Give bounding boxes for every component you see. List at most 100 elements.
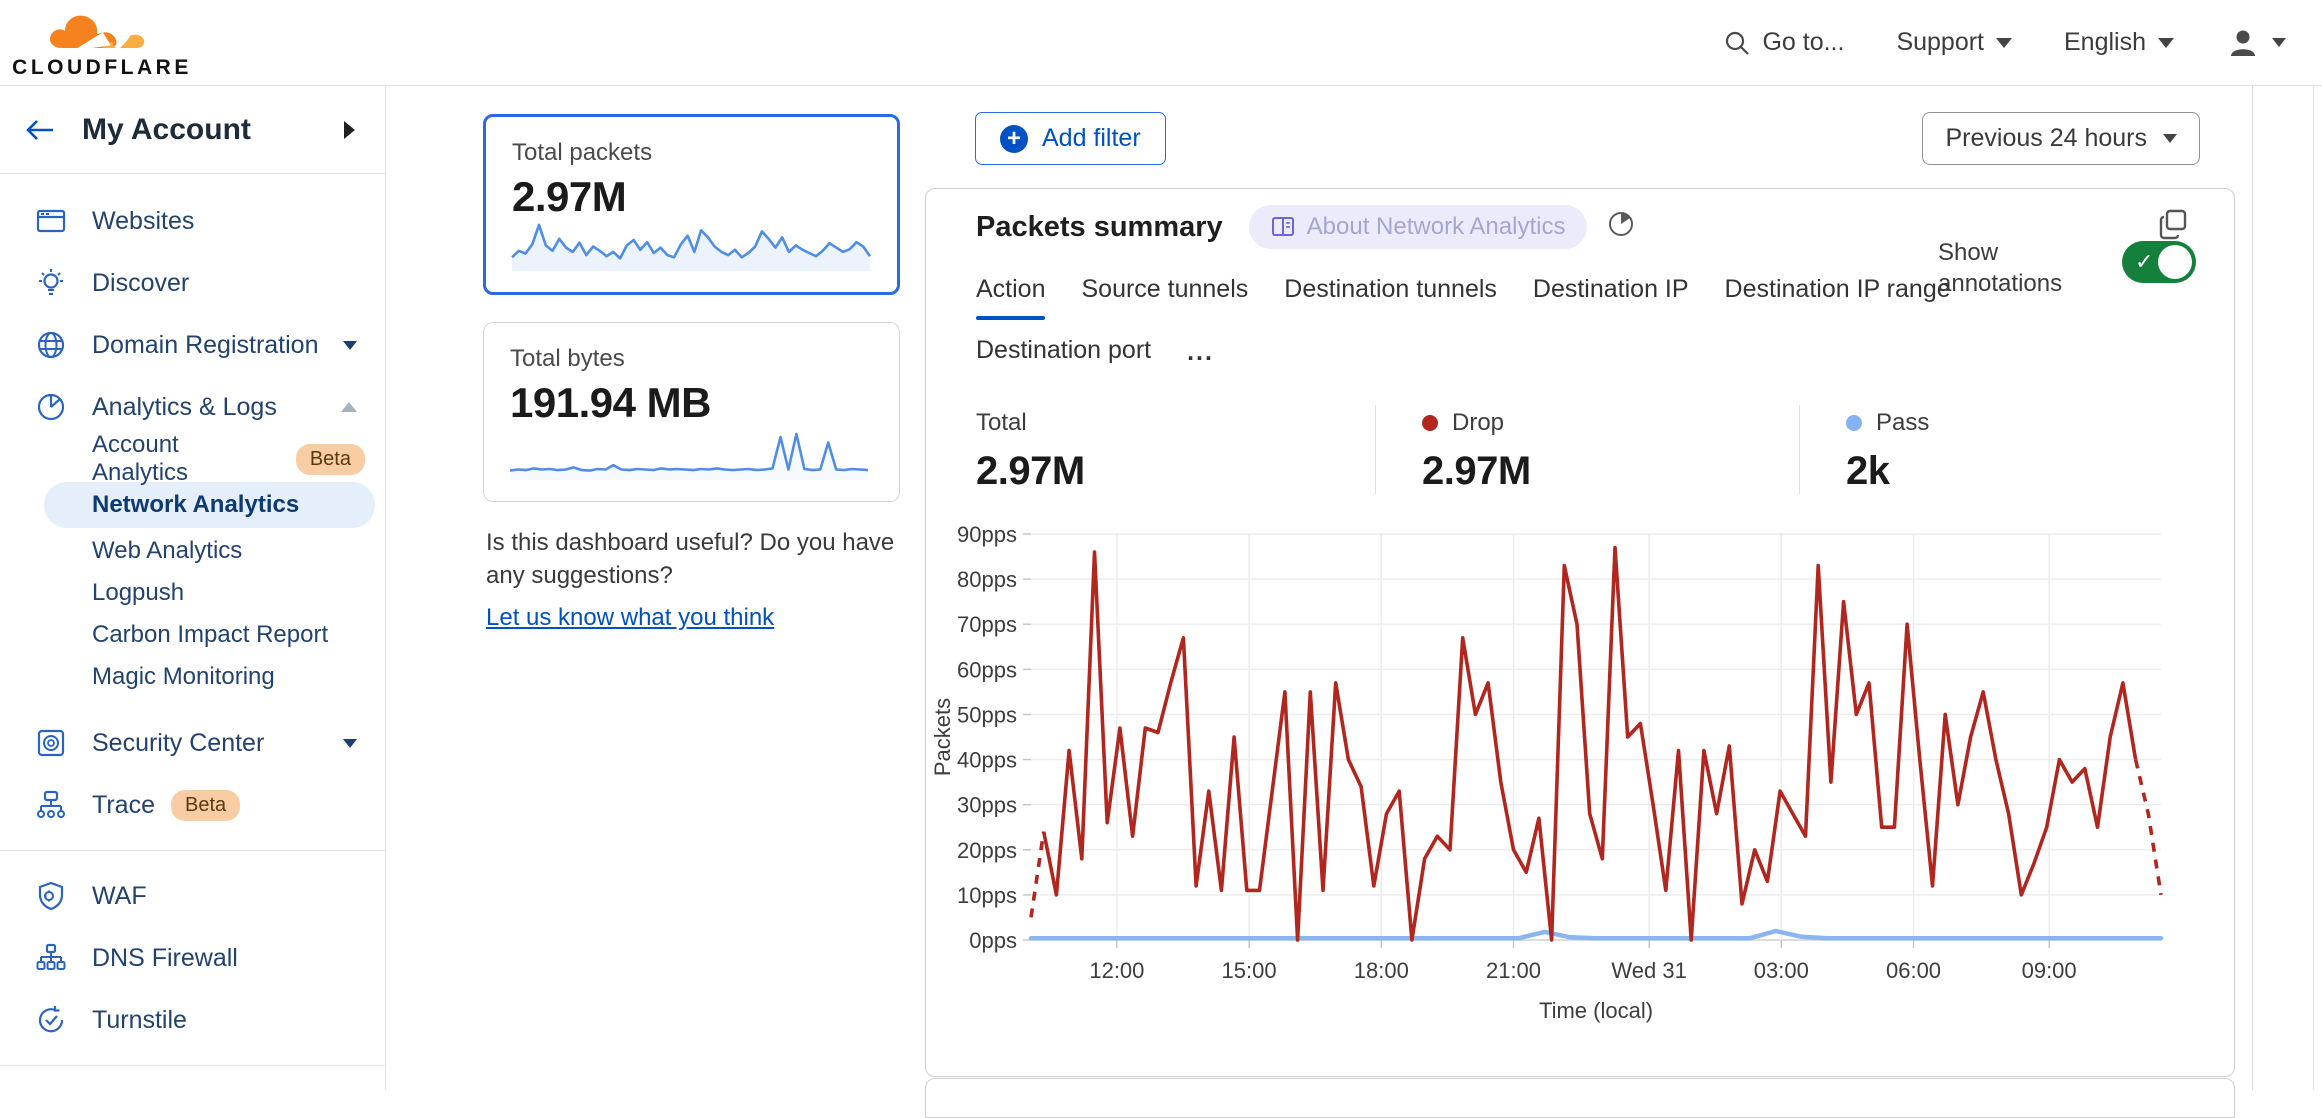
language-menu[interactable]: English bbox=[2064, 28, 2174, 57]
tab-destination-ip-range[interactable]: Destination IP range bbox=[1725, 275, 1951, 306]
plus-icon: + bbox=[1000, 125, 1028, 153]
cloudflare-logo[interactable]: CLOUDFLARE bbox=[22, 6, 182, 80]
sidebar-label: Trace bbox=[92, 791, 155, 820]
total-packets-card[interactable]: Total packets 2.97M bbox=[483, 114, 900, 295]
svg-text:06:00: 06:00 bbox=[1886, 958, 1941, 983]
stat-value: 2.97M bbox=[1422, 449, 1799, 494]
stat-value: 2.97M bbox=[976, 449, 1375, 494]
goto-label: Go to... bbox=[1762, 28, 1844, 57]
chevron-right-icon[interactable] bbox=[344, 121, 355, 139]
sidebar-label: Turnstile bbox=[92, 1006, 357, 1035]
sidebar-item-turnstile[interactable]: Turnstile bbox=[0, 989, 385, 1051]
support-menu[interactable]: Support bbox=[1896, 28, 2012, 57]
annotations-toggle[interactable]: ✓ bbox=[2122, 241, 2196, 283]
total-bytes-card[interactable]: Total bytes 191.94 MB bbox=[483, 322, 900, 502]
sidebar-item-clipped[interactable] bbox=[0, 1080, 385, 1090]
tabs-more-button[interactable]: ... bbox=[1187, 338, 1214, 367]
sidebar-item-magic-monitoring[interactable]: Magic Monitoring bbox=[0, 656, 385, 698]
svg-text:09:00: 09:00 bbox=[2022, 958, 2077, 983]
tab-destination-ip[interactable]: Destination IP bbox=[1533, 275, 1689, 306]
svg-text:Time (local): Time (local) bbox=[1539, 998, 1653, 1023]
packets-line-chart: 0pps10pps20pps30pps40pps50pps60pps70pps8… bbox=[926, 520, 2234, 1035]
account-menu[interactable] bbox=[2226, 26, 2286, 60]
svg-text:30pps: 30pps bbox=[957, 793, 1017, 818]
tab-source-tunnels[interactable]: Source tunnels bbox=[1081, 275, 1248, 306]
account-title: My Account bbox=[82, 113, 344, 147]
pass-legend-dot bbox=[1846, 415, 1862, 431]
account-header: My Account bbox=[0, 86, 385, 174]
svg-text:70pps: 70pps bbox=[957, 612, 1017, 637]
total-bytes-sparkline bbox=[506, 416, 872, 489]
sidebar-label: Carbon Impact Report bbox=[92, 621, 328, 649]
stat-label: Total bbox=[976, 409, 1027, 437]
tab-action[interactable]: Action bbox=[976, 275, 1045, 306]
divider bbox=[0, 850, 385, 851]
add-filter-label: Add filter bbox=[1042, 124, 1141, 153]
back-arrow-icon[interactable] bbox=[24, 117, 56, 143]
sidebar-item-account-analytics[interactable]: Account Analytics Beta bbox=[0, 438, 385, 480]
goto-search[interactable]: Go to... bbox=[1724, 28, 1844, 57]
chevron-down-icon bbox=[343, 341, 357, 350]
pie-chart-icon bbox=[36, 392, 66, 422]
time-range-dropdown[interactable]: Previous 24 hours bbox=[1922, 112, 2200, 165]
time-range-label: Previous 24 hours bbox=[1945, 124, 2147, 153]
stat-total: Total 2.97M bbox=[976, 405, 1375, 494]
hierarchy-icon bbox=[36, 943, 66, 973]
page-scrollbar[interactable] bbox=[2313, 86, 2314, 1090]
feedback-link[interactable]: Let us know what you think bbox=[486, 601, 774, 634]
svg-text:18:00: 18:00 bbox=[1354, 958, 1409, 983]
drop-legend-dot bbox=[1422, 415, 1438, 431]
svg-text:21:00: 21:00 bbox=[1486, 958, 1541, 983]
sidebar-item-trace[interactable]: Trace Beta bbox=[0, 774, 385, 836]
language-label: English bbox=[2064, 28, 2146, 57]
tab-destination-port[interactable]: Destination port bbox=[976, 336, 1151, 367]
sidebar-label: Account Analytics bbox=[92, 431, 280, 487]
sidebar-item-discover[interactable]: Discover bbox=[0, 252, 385, 314]
sidebar-item-carbon-impact-report[interactable]: Carbon Impact Report bbox=[0, 614, 385, 656]
expand-copy-icon[interactable] bbox=[2156, 207, 2190, 241]
sidebar-item-security-center[interactable]: Security Center bbox=[0, 712, 385, 774]
sidebar-label: Web Analytics bbox=[92, 537, 242, 565]
sidebar-label: DNS Firewall bbox=[92, 944, 357, 973]
content-scroll-divider bbox=[2252, 86, 2253, 1090]
about-network-analytics-badge[interactable]: About Network Analytics bbox=[1249, 205, 1588, 249]
svg-text:Wed 31: Wed 31 bbox=[1611, 958, 1686, 983]
globe-icon bbox=[36, 330, 66, 360]
chevron-down-icon bbox=[1996, 38, 2012, 48]
svg-text:40pps: 40pps bbox=[957, 748, 1017, 773]
card-label: Total packets bbox=[512, 139, 871, 167]
next-panel-edge bbox=[925, 1078, 2235, 1118]
sidebar-item-waf[interactable]: WAF bbox=[0, 865, 385, 927]
book-icon bbox=[1271, 216, 1295, 238]
total-packets-sparkline bbox=[508, 207, 874, 280]
sidebar-item-network-analytics[interactable]: Network Analytics bbox=[44, 482, 375, 528]
chevron-down-icon bbox=[343, 739, 357, 748]
sidebar-item-websites[interactable]: Websites bbox=[0, 190, 385, 252]
sidebar-item-web-analytics[interactable]: Web Analytics bbox=[0, 530, 385, 572]
feedback-block: Is this dashboard useful? Do you have an… bbox=[486, 526, 926, 634]
time-pie-icon[interactable] bbox=[1607, 209, 1635, 237]
sidebar-item-dns-firewall[interactable]: DNS Firewall bbox=[0, 927, 385, 989]
cloudflare-logo-text: CLOUDFLARE bbox=[12, 56, 192, 80]
sidebar-label: Logpush bbox=[92, 579, 184, 607]
toggle-knob bbox=[2158, 245, 2192, 279]
add-filter-button[interactable]: + Add filter bbox=[975, 112, 1166, 165]
stats-row: Total2.97MDrop2.97MPass2k bbox=[926, 405, 2234, 494]
show-annotations-control: Show annotations ✓ bbox=[1938, 237, 2196, 299]
svg-text:0pps: 0pps bbox=[969, 928, 1017, 953]
browser-window-icon bbox=[36, 206, 66, 236]
panel-title: Packets summary bbox=[976, 211, 1223, 244]
sidebar-item-analytics-logs[interactable]: Analytics & Logs bbox=[0, 376, 385, 438]
sidebar-item-domain-registration[interactable]: Domain Registration bbox=[0, 314, 385, 376]
sidebar-item-logpush[interactable]: Logpush bbox=[0, 572, 385, 614]
svg-text:15:00: 15:00 bbox=[1222, 958, 1277, 983]
sidebar-label: Magic Monitoring bbox=[92, 663, 275, 691]
shield-gear-icon bbox=[36, 881, 66, 911]
tab-destination-tunnels[interactable]: Destination tunnels bbox=[1284, 275, 1497, 306]
sidebar: My Account Websites Disco bbox=[0, 86, 386, 1090]
support-label: Support bbox=[1896, 28, 1984, 57]
chevron-down-icon bbox=[2272, 38, 2286, 47]
sidebar-label: Discover bbox=[92, 269, 357, 298]
svg-text:20pps: 20pps bbox=[957, 838, 1017, 863]
search-icon bbox=[1724, 30, 1750, 56]
